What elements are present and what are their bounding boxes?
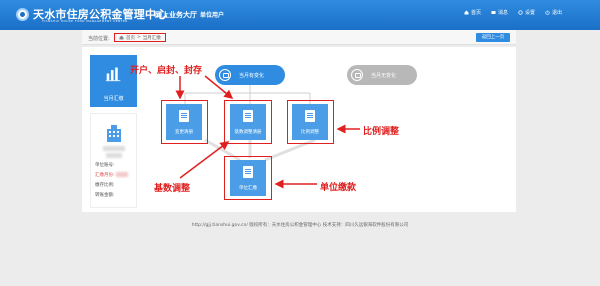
nav-message-label: 消息	[498, 10, 509, 16]
site-subtitle: TIANSHUI HOUSE FUND MANAGEMENT CENTER	[42, 19, 128, 23]
annotation-frame-ratio-adjust	[287, 100, 334, 144]
state-changed-label: 当月有变化	[239, 72, 265, 79]
user-type-label: 单位用户	[200, 12, 225, 19]
annotation-open-seal: 开户、启封、封存	[130, 66, 203, 76]
message-icon	[491, 11, 496, 14]
field-unit-account: 单位账号:	[95, 163, 115, 168]
nav-home[interactable]: 首页	[464, 9, 481, 16]
blurred-month-value	[116, 172, 128, 177]
annotation-frame-unit-remit	[224, 156, 272, 200]
nav-settings[interactable]: 设置	[518, 9, 535, 16]
power-icon	[545, 10, 550, 15]
chat-icon	[219, 69, 231, 81]
blurred-unit-name	[103, 146, 125, 151]
logo-emblem-icon	[16, 8, 29, 21]
field-remit-month: 汇缴月份:	[95, 173, 115, 178]
annotation-frame-base-adjust	[224, 100, 272, 144]
breadcrumb-home[interactable]: 首页	[126, 35, 135, 41]
annotation-ratio-adjust: 比例调整	[363, 127, 400, 137]
nav-logout-label: 退出	[552, 10, 563, 16]
blurred-unit-name-2	[106, 153, 122, 158]
nav-message[interactable]: 消息	[491, 9, 508, 16]
breadcrumb: 首页 > 当月汇缴	[114, 33, 166, 42]
building-icon	[107, 125, 121, 142]
breadcrumb-bar: 当前位置: 首页 > 当月汇缴 返回上一页	[82, 30, 516, 45]
nav-logout[interactable]: 退出	[545, 9, 562, 16]
back-button[interactable]: 返回上一页	[476, 33, 510, 42]
field-deposit-ratio: 缴存比例:	[95, 183, 115, 188]
annotation-base-adjust: 基数调整	[154, 184, 191, 194]
hall-title: 网上业务大厅	[155, 11, 197, 19]
annotation-frame-change-list	[161, 100, 208, 144]
breadcrumb-current: 当月汇缴	[142, 35, 161, 41]
nav-settings-label: 设置	[525, 10, 536, 16]
top-header: 天水市住房公积金管理中心 TIANSHUI HOUSE FUND MANAGEM…	[0, 0, 600, 30]
tile-label: 当月汇缴	[103, 96, 124, 102]
footer-copyright: http://gjj.tianshui.gov.cn/ 版权所有：天水住房公积金…	[191, 223, 409, 228]
home-icon	[464, 10, 469, 15]
home-small-icon	[119, 35, 124, 40]
annotation-unit-pay: 单位缴款	[320, 183, 357, 193]
state-unchanged-label: 当月无变化	[371, 72, 397, 79]
bar-chart-icon	[105, 67, 121, 82]
breadcrumb-separator: >	[137, 35, 141, 40]
breadcrumb-prefix: 当前位置:	[88, 36, 110, 42]
state-unchanged-button[interactable]: 当月无变化	[347, 65, 417, 85]
chat-icon	[351, 69, 363, 81]
state-changed-button[interactable]: 当月有变化	[215, 65, 285, 85]
nav-home-label: 首页	[471, 10, 482, 16]
gear-icon	[518, 10, 523, 15]
field-transfer-amount: 转账金额:	[95, 193, 115, 198]
